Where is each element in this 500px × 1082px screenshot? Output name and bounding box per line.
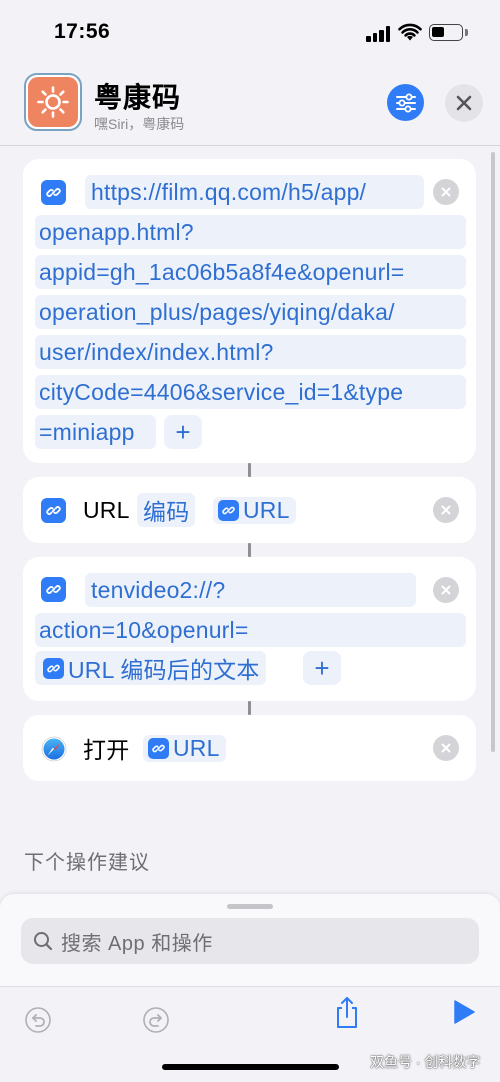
text-line[interactable]: user/index/index.html? [39, 335, 274, 369]
text-action-card[interactable]: https://film.qq.com/h5/app/ openapp.html… [23, 159, 476, 463]
share-button[interactable] [332, 995, 362, 1031]
undo-icon [25, 1007, 51, 1033]
status-bar: 17:56 [0, 0, 500, 64]
encode-mode-param[interactable]: 编码 [137, 493, 196, 527]
sliders-icon [395, 93, 416, 112]
url-variable-token[interactable]: URL [143, 734, 226, 762]
text-line[interactable]: tenvideo2://? [91, 573, 225, 607]
close-icon [456, 95, 472, 111]
url-encode-action-card[interactable]: URL 编码 URL [23, 477, 476, 543]
scroll-indicator[interactable] [491, 152, 495, 752]
close-icon [441, 505, 451, 515]
add-variable-button[interactable]: + [303, 651, 341, 685]
signal-icon [366, 26, 392, 42]
undo-button[interactable] [23, 1005, 53, 1035]
wifi-icon [398, 23, 422, 41]
action-connector [248, 463, 251, 477]
close-icon [441, 743, 451, 753]
link-icon [43, 657, 64, 679]
shortcut-icon[interactable] [24, 73, 82, 131]
sun-icon [37, 86, 69, 118]
text-line[interactable]: https://film.qq.com/h5/app/ [91, 179, 366, 206]
search-icon [34, 932, 53, 951]
home-indicator[interactable] [162, 1064, 339, 1070]
text-line[interactable]: openapp.html? [39, 215, 194, 249]
text-line[interactable]: action=10&openurl= [39, 613, 249, 647]
redo-button[interactable] [141, 1005, 171, 1035]
link-icon [41, 498, 66, 523]
add-variable-button[interactable]: + [164, 415, 202, 449]
text-line[interactable]: cityCode=4406&service_id=1&type [39, 375, 403, 409]
text-line[interactable]: appid=gh_1ac06b5a8f4e&openurl= [39, 255, 404, 289]
shortcut-header: 粤康码 嘿Siri，粤康码 [0, 64, 500, 146]
link-icon [41, 179, 66, 205]
search-field[interactable]: 搜索 App 和操作 [21, 918, 479, 964]
url-variable-token[interactable]: URL [213, 496, 296, 524]
link-icon [41, 577, 66, 602]
settings-button[interactable] [387, 84, 424, 121]
battery-icon [429, 24, 463, 41]
close-button[interactable] [445, 84, 483, 122]
search-placeholder: 搜索 App 和操作 [61, 932, 213, 955]
close-icon [441, 187, 451, 197]
action-search-sheet[interactable]: 搜索 App 和操作 [0, 894, 500, 986]
action-connector [248, 701, 251, 715]
remove-action-button[interactable] [433, 497, 459, 523]
action-label: 打开 [83, 737, 130, 763]
token-label: URL [243, 496, 290, 523]
close-icon [441, 585, 451, 595]
token-label: URL 编码后的文本 [68, 657, 260, 683]
remove-action-button[interactable] [433, 179, 459, 205]
text-line[interactable]: =miniapp [39, 415, 135, 449]
suggestions-title: 下个操作建议 [24, 852, 150, 874]
play-icon [454, 1000, 475, 1024]
token-label: URL [173, 734, 220, 761]
status-time: 17:56 [54, 20, 111, 43]
remove-action-button[interactable] [433, 735, 459, 761]
safari-icon [41, 736, 67, 762]
share-icon [337, 997, 357, 1028]
watermark: 双鱼号 · 创科数字 [370, 1054, 481, 1070]
shortcut-subtitle: 嘿Siri，粤康码 [94, 116, 185, 132]
link-icon [218, 499, 239, 521]
action-connector [248, 543, 251, 557]
text-line[interactable]: operation_plus/pages/yiqing/daka/ [39, 295, 395, 329]
link-icon [148, 737, 169, 759]
shortcut-title[interactable]: 粤康码 [94, 76, 181, 116]
encoded-text-variable-token[interactable]: URL 编码后的文本 [35, 651, 266, 685]
open-url-action-card[interactable]: 打开 URL [23, 715, 476, 781]
action-label: URL [83, 496, 130, 523]
battery-tip [465, 29, 468, 36]
redo-icon [143, 1007, 169, 1033]
remove-action-button[interactable] [433, 577, 459, 603]
run-button[interactable] [452, 999, 476, 1025]
text-action-card[interactable]: tenvideo2://? action=10&openurl= URL 编码后… [23, 557, 476, 701]
sheet-grabber[interactable] [227, 904, 273, 909]
